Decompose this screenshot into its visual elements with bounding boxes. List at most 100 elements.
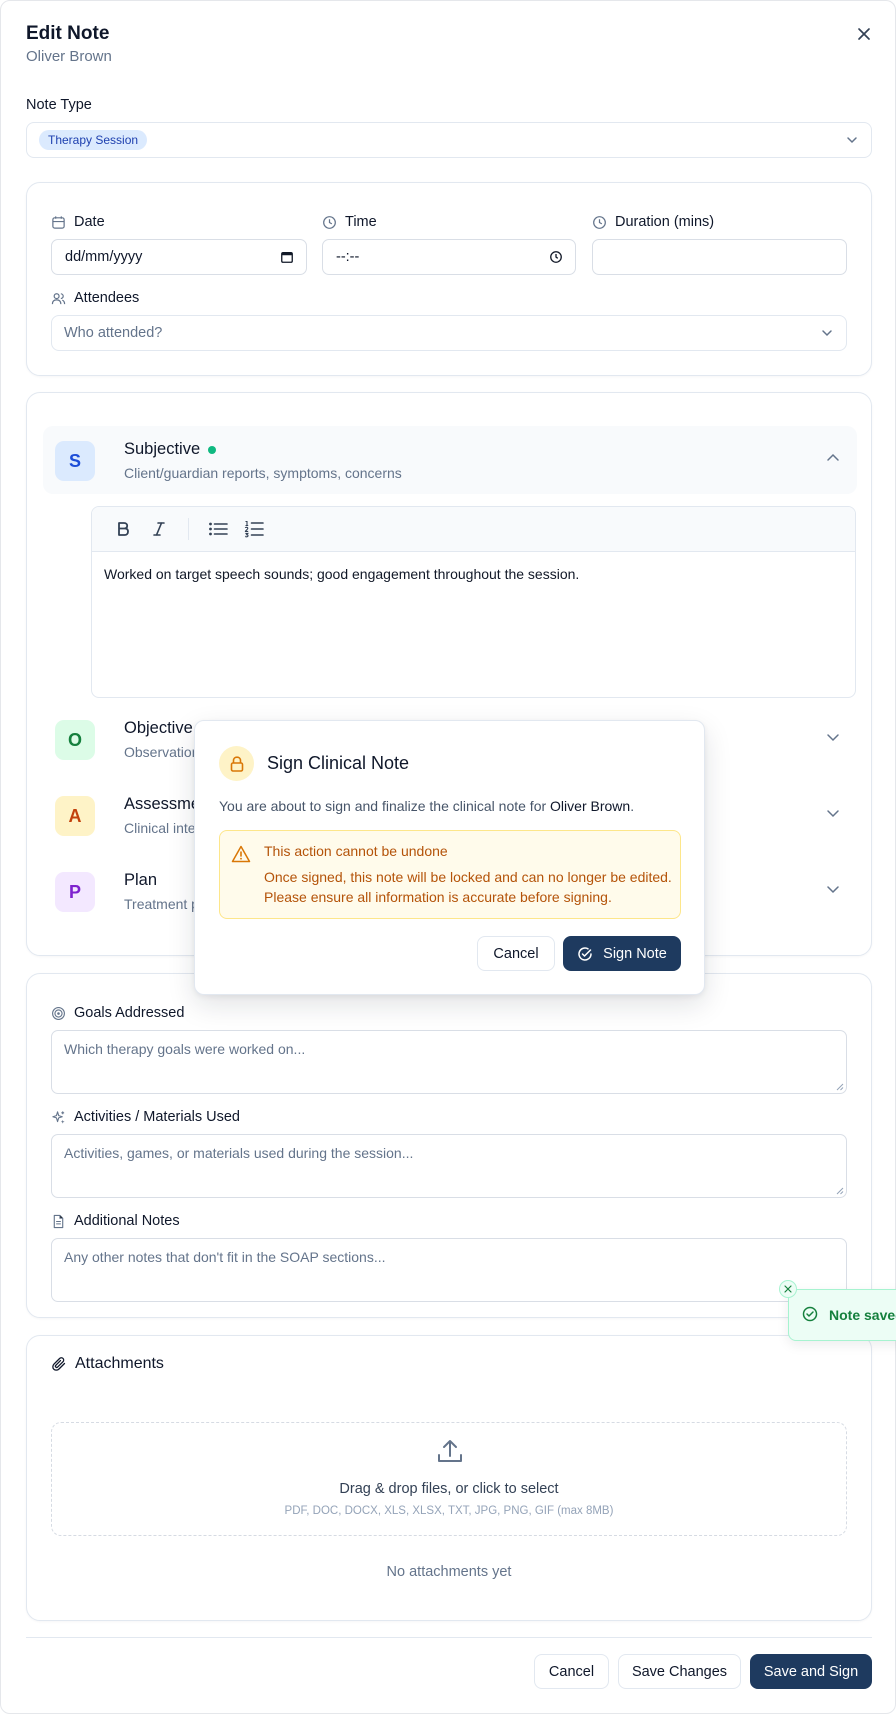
attendees-label-text: Attendees	[74, 290, 140, 306]
warning-triangle-icon	[231, 845, 251, 863]
activities-label-text: Activities / Materials Used	[74, 1109, 240, 1125]
check-circle-icon	[578, 946, 592, 961]
duration-label: Duration (mins)	[592, 214, 714, 230]
sign-note-label: Sign Note	[603, 945, 667, 962]
bold-icon	[118, 522, 129, 536]
activities-textarea[interactable]: Activities, games, or materials used dur…	[51, 1134, 847, 1198]
close-icon	[858, 28, 870, 40]
clock-icon	[323, 215, 336, 229]
italic-button[interactable]	[144, 514, 174, 544]
close-button[interactable]	[853, 23, 875, 45]
attachments-title: Attachments	[75, 1355, 164, 1372]
file-dropzone[interactable]: Drag & drop files, or click to select PD…	[51, 1422, 847, 1536]
soap-subjective-header[interactable]: S Subjective Client/guardian reports, sy…	[43, 426, 857, 494]
attendees-placeholder: Who attended?	[64, 325, 163, 341]
users-icon	[51, 292, 66, 304]
activities-label: Activities / Materials Used	[51, 1109, 240, 1125]
chevron-down-icon	[827, 810, 839, 818]
subjective-content[interactable]: Worked on target speech sounds; good eng…	[92, 552, 855, 596]
additional-notes-placeholder: Any other notes that don't fit in the SO…	[64, 1249, 386, 1265]
note-type-select[interactable]: Therapy Session	[26, 122, 872, 158]
objective-badge: O	[55, 720, 95, 760]
date-label: Date	[51, 214, 105, 230]
italic-icon	[153, 522, 165, 536]
note-type-label: Note Type	[26, 97, 92, 113]
empty-attachments-text: No attachments yet	[386, 1564, 512, 1580]
objective-title: Objective	[124, 719, 193, 737]
numbered-list-icon	[244, 520, 264, 538]
file-text-icon	[53, 1214, 64, 1228]
session-info-card: Date dd/mm/yyyy Time --:-- Duration (min…	[26, 182, 872, 376]
time-value: --:--	[336, 249, 360, 265]
time-input[interactable]: --:--	[322, 239, 576, 275]
plan-title: Plan	[124, 871, 158, 889]
paperclip-icon	[52, 1357, 66, 1371]
numbered-list-button[interactable]	[239, 514, 269, 544]
sparkles-icon	[52, 1110, 65, 1124]
sign-note-modal: Sign Clinical Note You are about to sign…	[194, 720, 705, 995]
calendar-icon	[52, 215, 65, 229]
subjective-badge: S	[55, 441, 95, 481]
additional-notes-textarea[interactable]: Any other notes that don't fit in the SO…	[51, 1238, 847, 1302]
editor-toolbar	[92, 507, 855, 552]
modal-cancel-button[interactable]: Cancel	[477, 936, 555, 971]
modal-client-name: Oliver Brown	[550, 798, 631, 814]
save-changes-button[interactable]: Save Changes	[618, 1654, 741, 1689]
save-and-sign-button[interactable]: Save and Sign	[750, 1654, 872, 1689]
check-circle-icon	[802, 1306, 818, 1322]
bullet-list-button[interactable]	[203, 514, 233, 544]
edit-note-dialog: Edit Note Oliver Brown Note Type Therapy…	[0, 0, 896, 1714]
date-input[interactable]: dd/mm/yyyy	[51, 239, 307, 275]
upload-icon	[438, 1440, 462, 1462]
lock-icon	[230, 755, 243, 772]
dropzone-formats: PDF, DOC, DOCX, XLS, XLSX, TXT, JPG, PNG…	[284, 1505, 614, 1517]
date-value: dd/mm/yyyy	[65, 249, 143, 265]
resize-handle-icon[interactable]	[836, 1187, 844, 1195]
attachments-heading: Attachments	[51, 1355, 164, 1373]
subjective-subtitle: Client/guardian reports, symptoms, conce…	[124, 465, 402, 481]
toast-close-button[interactable]	[779, 1280, 797, 1298]
warning-title: This action cannot be undone	[264, 843, 448, 859]
calendar-picker-icon[interactable]	[280, 250, 294, 264]
bullet-list-icon	[209, 522, 228, 536]
bold-button[interactable]	[108, 514, 138, 544]
status-dot	[208, 445, 217, 454]
subjective-editor[interactable]: Worked on target speech sounds; good eng…	[91, 506, 856, 698]
attendees-label: Attendees	[51, 290, 139, 306]
cancel-button[interactable]: Cancel	[534, 1654, 609, 1689]
dropzone-text: Drag & drop files, or click to select	[339, 1481, 559, 1497]
time-label: Time	[322, 214, 377, 230]
toast-message: Note saved	[829, 1307, 896, 1323]
additional-notes-label: Additional Notes	[51, 1213, 180, 1229]
duration-label-text: Duration (mins)	[615, 214, 715, 230]
client-name: Oliver Brown	[26, 48, 112, 65]
subjective-title: Subjective	[124, 440, 217, 459]
additional-notes-label-text: Additional Notes	[74, 1213, 180, 1229]
goals-textarea[interactable]: Which therapy goals were worked on...	[51, 1030, 847, 1094]
modal-title: Sign Clinical Note	[267, 753, 410, 773]
date-label-text: Date	[74, 214, 105, 230]
footer-divider	[26, 1637, 872, 1638]
duration-input[interactable]	[592, 239, 847, 275]
chevron-down-icon	[847, 137, 857, 144]
toolbar-separator	[188, 518, 189, 540]
plan-badge: P	[55, 872, 95, 912]
note-type-chip: Therapy Session	[39, 130, 148, 150]
assessment-badge: A	[55, 796, 95, 836]
modal-description: You are about to sign and finalize the c…	[219, 798, 634, 814]
chevron-up-icon	[827, 453, 839, 461]
warning-box: This action cannot be undone Once signed…	[219, 830, 681, 919]
goals-label-text: Goals Addressed	[74, 1005, 185, 1021]
clock-picker-icon[interactable]	[549, 250, 563, 264]
resize-handle-icon[interactable]	[836, 1083, 844, 1091]
chevron-down-icon	[822, 330, 832, 337]
session-details-card: Goals Addressed Which therapy goals were…	[26, 973, 872, 1318]
modal-desc-prefix: You are about to sign and finalize the c…	[219, 798, 547, 814]
chevron-down-icon	[827, 886, 839, 894]
attendees-select[interactable]: Who attended?	[51, 315, 847, 351]
activities-placeholder: Activities, games, or materials used dur…	[64, 1145, 414, 1161]
success-toast: Note saved	[779, 1280, 896, 1341]
modal-desc-suffix: .	[630, 798, 635, 814]
target-icon	[52, 1006, 65, 1020]
sign-note-button[interactable]: Sign Note	[563, 936, 681, 971]
